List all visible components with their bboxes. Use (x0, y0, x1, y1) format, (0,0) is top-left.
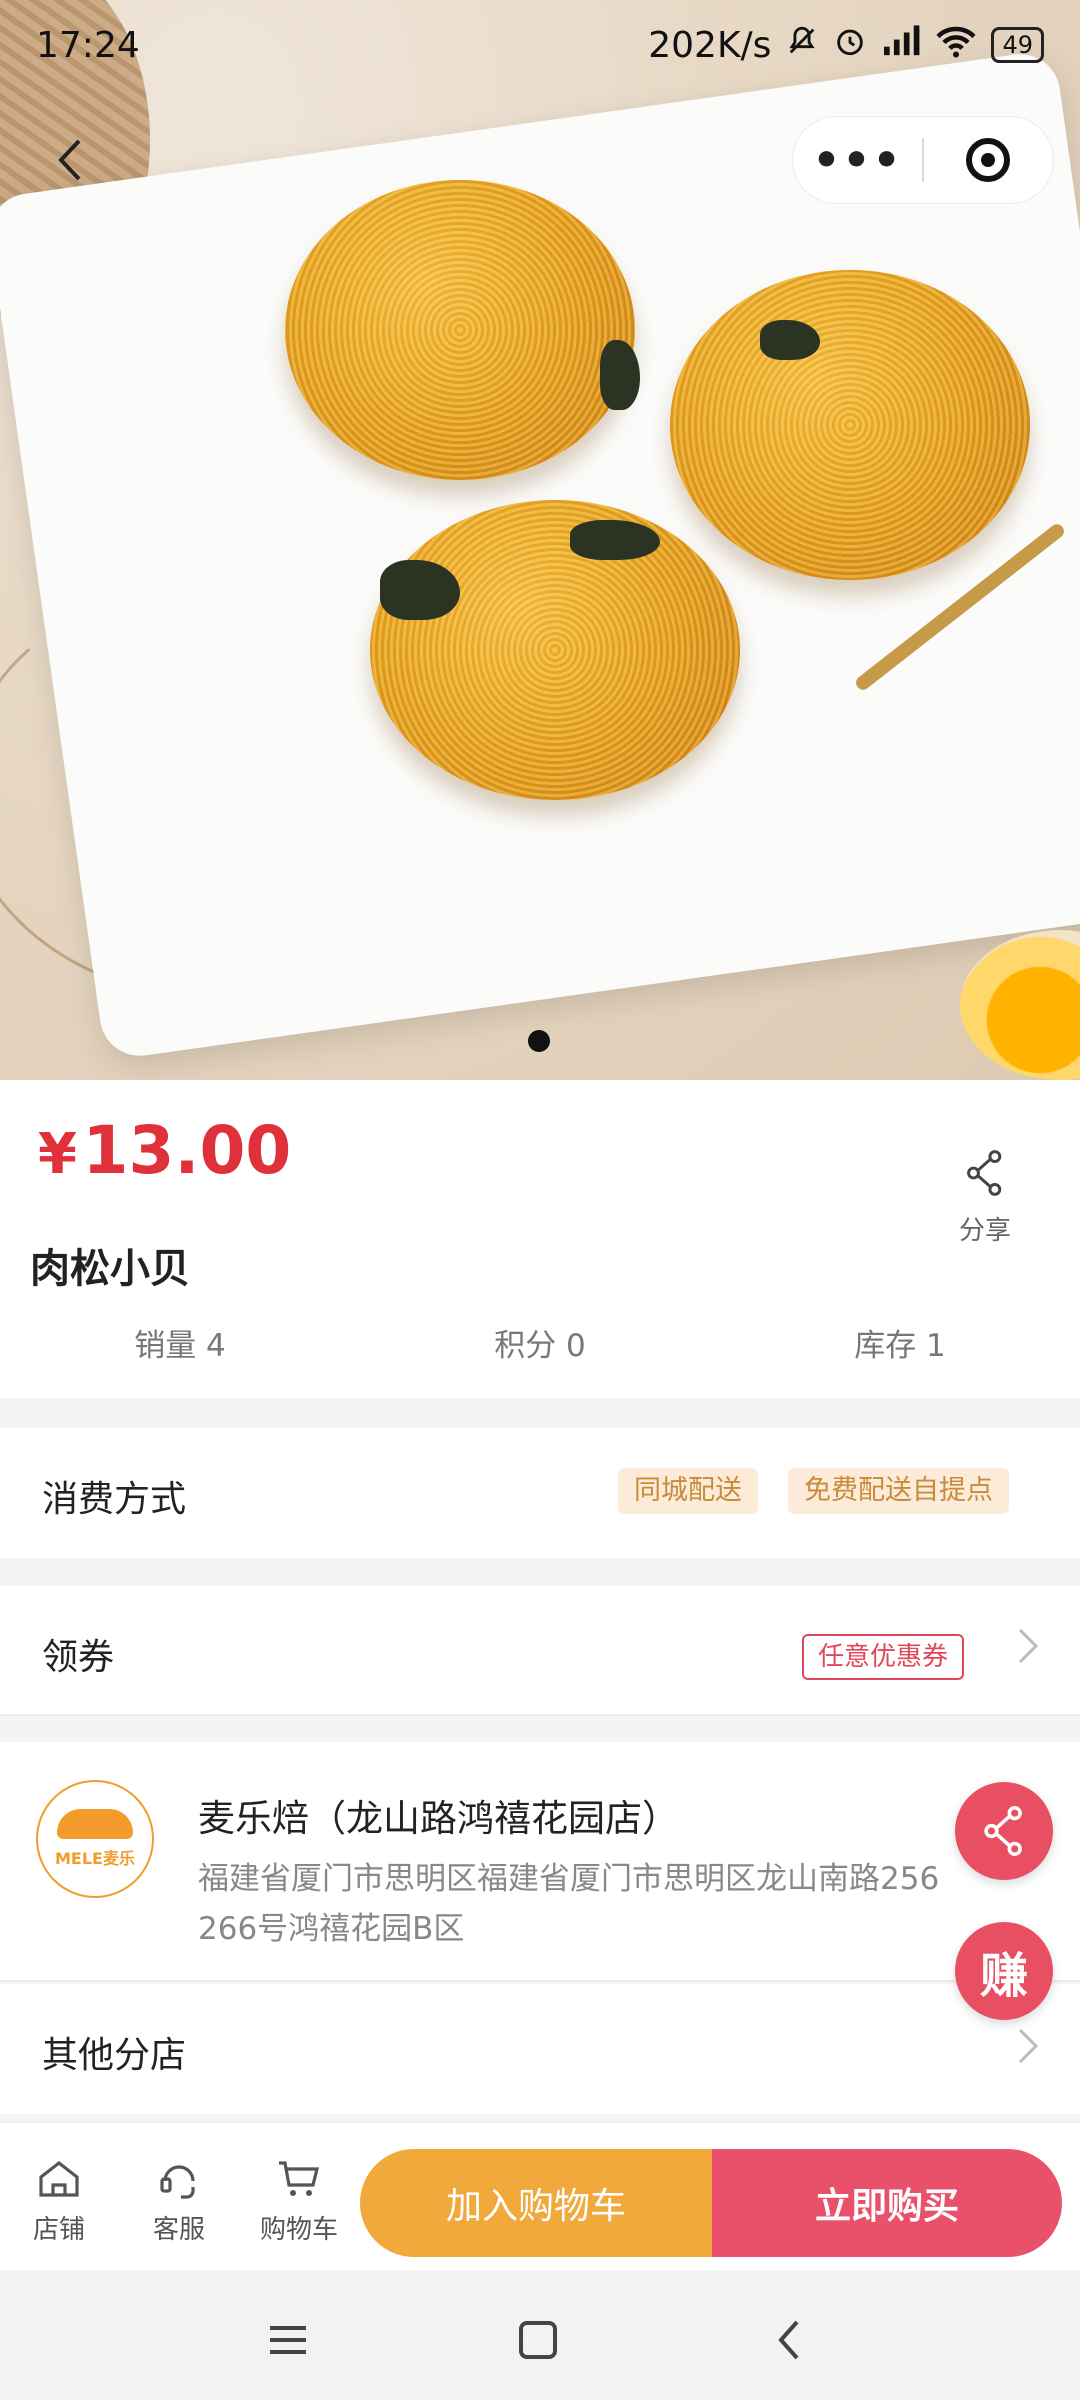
pastry-1 (285, 180, 635, 480)
price-value: 13.00 (82, 1112, 292, 1189)
store-address: 福建省厦门市思明区福建省厦门市思明区龙山南路256 266号鸿禧花园B区 (198, 1861, 940, 1947)
target-icon (966, 138, 1011, 182)
add-to-cart-button[interactable]: 加入购物车 (360, 2149, 712, 2257)
product-stats: 销量 4 积分 0 库存 1 (0, 1320, 1080, 1365)
chevron-right-icon (1016, 1626, 1040, 1677)
menu-icon[interactable] (258, 2310, 318, 2370)
floating-share-button[interactable] (955, 1782, 1053, 1880)
pastry-3 (370, 500, 740, 800)
pastry-2 (670, 270, 1030, 580)
product-title: 肉松小贝 (30, 1246, 190, 1292)
miniprogram-capsule: ••• (792, 116, 1054, 204)
store-icon (39, 2160, 79, 2197)
tab-store-label: 店铺 (32, 2215, 85, 2245)
chevron-right-icon (1016, 2026, 1040, 2077)
tab-customer-service-label: 客服 (152, 2215, 205, 2245)
bread-icon (57, 1809, 133, 1839)
network-speed: 202K/s (648, 24, 772, 66)
share-label: 分享 (958, 1216, 1011, 1246)
back-icon[interactable] (760, 2310, 820, 2370)
bottom-action-bar: 店铺 客服 购物车 加入购物车 立即购买 (0, 2122, 1080, 2270)
share-button[interactable]: 分享 (930, 1150, 1040, 1247)
store-logo: MELE麦乐 (36, 1780, 154, 1898)
sales-count: 销量 4 (134, 1328, 226, 1364)
mute-icon (785, 24, 819, 67)
home-icon[interactable] (508, 2310, 568, 2370)
delivery-tag: 同城配送 (618, 1468, 758, 1514)
status-time: 17:24 (36, 24, 140, 66)
wifi-icon (935, 24, 977, 67)
earn-button[interactable]: 赚 (955, 1922, 1053, 2020)
stock-count: 库存 1 (854, 1328, 946, 1364)
battery-level: 49 (1002, 31, 1033, 59)
close-miniprogram-button[interactable] (924, 138, 1053, 182)
customer-service-icon (160, 2165, 195, 2199)
consumption-method-row: 消费方式 同城配送 免费配送自提点 (0, 1428, 1080, 1558)
tab-customer-service[interactable]: 客服 (124, 2155, 234, 2246)
tab-cart-label: 购物车 (259, 2215, 338, 2245)
tab-store[interactable]: 店铺 (4, 2155, 114, 2246)
egg-yolk (960, 930, 1080, 1080)
other-branches-row[interactable]: 其他分店 (0, 1984, 1080, 2114)
coupon-row[interactable]: 领券 任意优惠券 (0, 1586, 1080, 1716)
store-logo-text: MELE麦乐 (55, 1849, 135, 1868)
cart-icon (279, 2161, 320, 2196)
status-bar: 17:24 202K/s 49 (0, 0, 1080, 90)
store-card[interactable]: MELE麦乐 麦乐焙（龙山路鸿禧花园店） 福建省厦门市思明区福建省厦门市思明区龙… (0, 1742, 1080, 1982)
buy-now-button[interactable]: 立即购买 (712, 2149, 1062, 2257)
store-name: 麦乐焙（龙山路鸿禧花园店） (198, 1797, 679, 1840)
pickup-tag: 免费配送自提点 (788, 1468, 1009, 1514)
alarm-icon (833, 24, 867, 67)
seaweed (570, 520, 660, 560)
battery-icon: 49 (991, 27, 1044, 63)
share-icon (984, 1806, 1022, 1856)
product-info: ¥ 13.00 分享 肉松小贝 销量 4 积分 0 库存 1 (0, 1080, 1080, 1398)
tab-cart[interactable]: 购物车 (244, 2155, 354, 2246)
back-button[interactable] (40, 120, 100, 200)
coupon-label: 领券 (42, 1637, 115, 1678)
share-icon (967, 1150, 1002, 1196)
product-price: ¥ 13.00 (38, 1112, 291, 1189)
back-icon (58, 139, 81, 181)
signal-icon (881, 24, 921, 67)
coupon-tag: 任意优惠券 (802, 1634, 965, 1680)
consumption-label: 消费方式 (42, 1479, 187, 1520)
seaweed (760, 320, 820, 360)
points-count: 积分 0 (494, 1328, 586, 1364)
currency-symbol: ¥ (38, 1122, 77, 1187)
system-navigation-bar (0, 2270, 1080, 2400)
more-button[interactable]: ••• (793, 135, 922, 186)
other-branches-label: 其他分店 (42, 2035, 187, 2076)
carousel-indicator (528, 1030, 550, 1052)
